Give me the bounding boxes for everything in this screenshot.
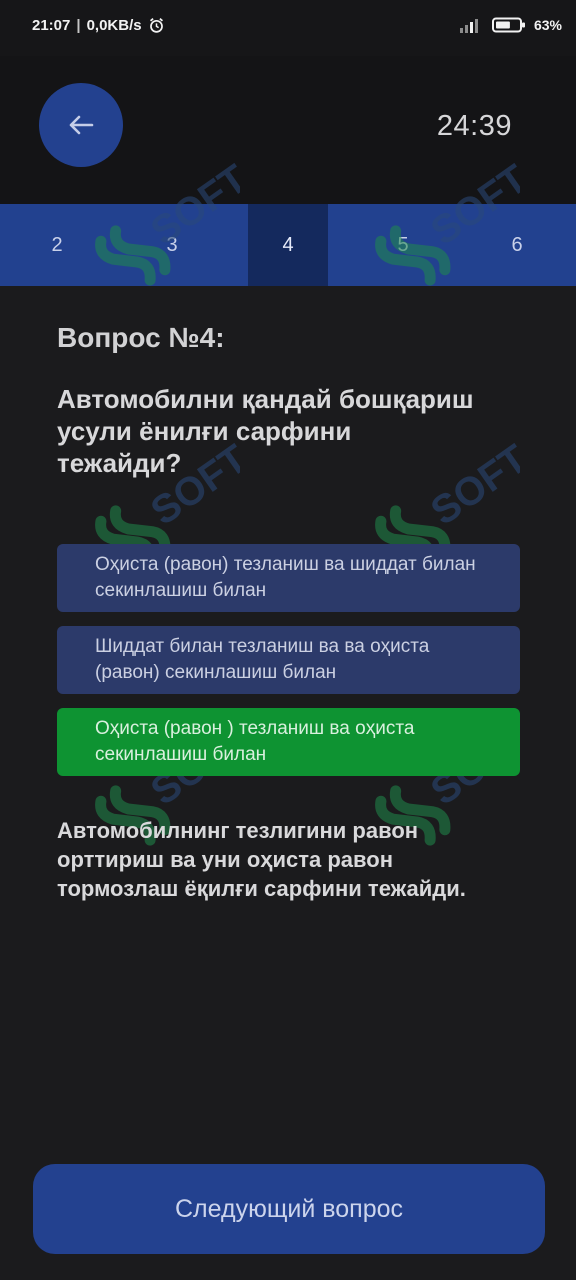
answer-option-1[interactable]: Оҳиста (равон) тезланиш ва шиддат билан … (57, 544, 520, 612)
status-bar: 21:07 | 0,0KB/s 63% (0, 0, 576, 56)
question-tabs: 2 3 4 5 6 (0, 204, 576, 286)
tab-label: 6 (511, 233, 523, 256)
answer-explanation: Автомобилнинг тезлигини равон орттириш в… (57, 818, 466, 901)
arrow-left-icon (69, 115, 94, 135)
tab-question-3[interactable]: 3 (132, 204, 212, 286)
network-speed: 0,0KB/s (86, 17, 142, 34)
tab-question-4[interactable]: 4 (248, 204, 328, 286)
answer-text: Оҳиста (равон) тезланиш ва шиддат билан … (95, 554, 476, 601)
next-question-label: Следующий вопрос (174, 1194, 404, 1223)
status-time: 21:07 (32, 17, 71, 34)
countdown-timer: 24:39 (436, 110, 512, 142)
question-text: Автомобилни қандай бошқариш усули ёнилғи… (57, 384, 474, 478)
tab-question-5[interactable]: 5 (363, 204, 443, 286)
tab-question-6[interactable]: 6 (477, 204, 557, 286)
tab-label: 2 (51, 233, 63, 256)
battery-percent: 63% (533, 17, 562, 33)
status-bar-right: 63% (458, 17, 562, 33)
answer-option-2[interactable]: Шиддат билан тезланиш ва ва оҳиста (раво… (57, 626, 520, 694)
status-bar-left: 21:07 | 0,0KB/s (32, 17, 165, 34)
next-question-button[interactable]: Следующий вопрос (33, 1164, 545, 1254)
answer-text: Оҳиста (равон ) тезланиш ва оҳиста секин… (95, 718, 415, 765)
tab-question-2[interactable]: 2 (17, 204, 97, 286)
tab-label: 4 (282, 233, 294, 256)
tab-label: 3 (166, 233, 178, 256)
battery-icon (491, 17, 525, 33)
cell-signal-icon (459, 19, 478, 33)
answer-text: Шиддат билан тезланиш ва ва оҳиста (раво… (95, 636, 430, 683)
question-number: Вопрос №4: (57, 322, 225, 353)
alarm-clock-icon (149, 18, 163, 33)
answer-option-3[interactable]: Оҳиста (равон ) тезланиш ва оҳиста секин… (57, 708, 520, 776)
tab-label: 5 (397, 233, 409, 256)
back-button[interactable] (39, 83, 123, 167)
header: 24:39 (0, 56, 576, 204)
